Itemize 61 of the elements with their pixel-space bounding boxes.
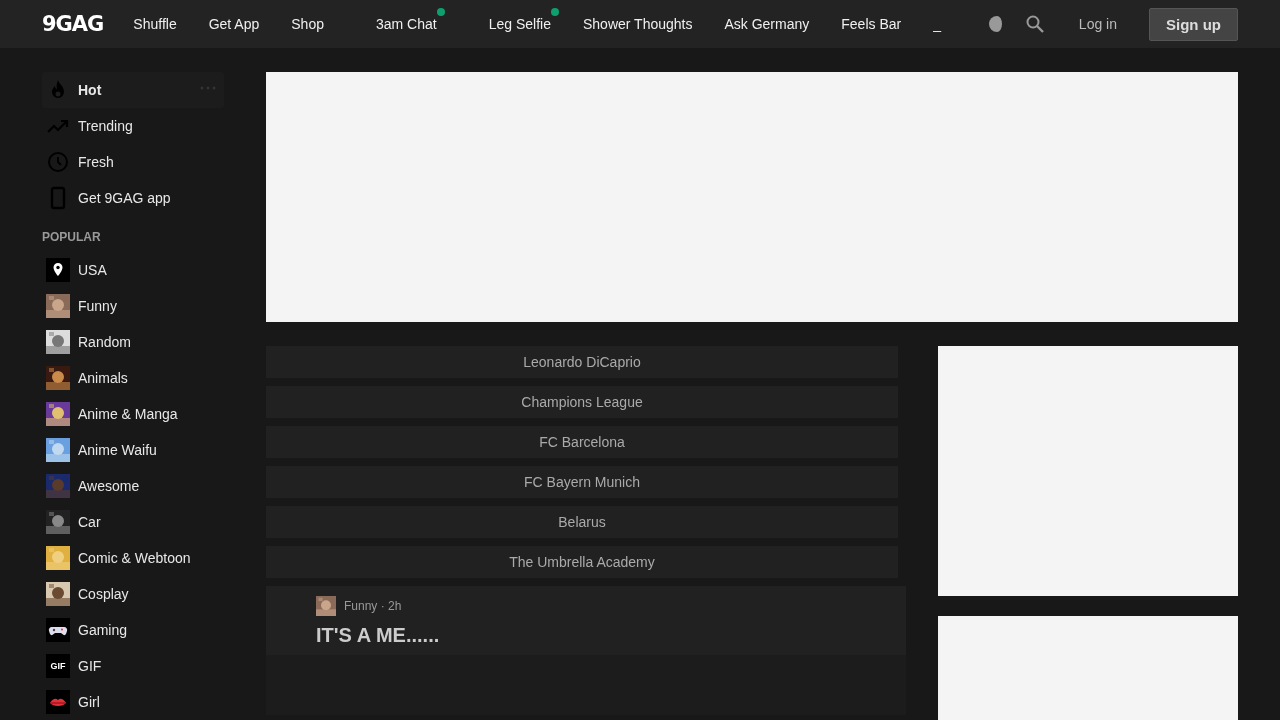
sidebar-label: Funny <box>78 298 117 314</box>
post-title[interactable]: IT'S A ME...... <box>316 624 856 647</box>
sidebar-label: Awesome <box>78 478 140 494</box>
nav-link[interactable]: Feels Bar <box>837 16 906 32</box>
sidebar-item[interactable]: Gaming <box>42 612 224 648</box>
sidebar-item[interactable]: Funny <box>42 288 224 324</box>
sidebar-label: Gaming <box>78 622 128 638</box>
sidebar-label: Comic & Webtoon <box>78 550 191 566</box>
search-icon[interactable] <box>1024 14 1045 34</box>
clock-icon <box>46 150 70 174</box>
login-link[interactable]: Log in <box>1072 15 1123 33</box>
nav-link[interactable]: _ <box>929 16 945 32</box>
sidebar-label: Cosplay <box>78 586 129 602</box>
tag-link[interactable]: The Umbrella Academy <box>266 546 898 578</box>
sidebar-item[interactable]: Comic & Webtoon <box>42 540 224 576</box>
nav-link[interactable]: Shuffle <box>129 16 181 32</box>
sidebar-item[interactable]: Girl <box>42 684 224 720</box>
sidebar-item[interactable]: Car <box>42 504 224 540</box>
signup-button[interactable]: Sign up <box>1149 7 1238 41</box>
sidebar-label: Random <box>78 334 131 350</box>
logo[interactable]: 9GAG <box>42 12 104 36</box>
sidebar-label: Girl <box>78 694 100 710</box>
sidebar-item[interactable]: Trending <box>42 108 224 144</box>
section-title: POPULAR <box>42 230 102 244</box>
sidebar-label: Car <box>78 514 101 530</box>
tag-link[interactable]: Champions League <box>266 386 898 418</box>
post-meta[interactable]: Funny · 2h <box>344 599 402 613</box>
gif-badge: GIF <box>46 654 70 678</box>
nav-link[interactable]: Get App <box>204 16 264 32</box>
nav-link[interactable]: Shop <box>287 16 328 32</box>
nav-link[interactable]: Shower Thoughts <box>578 16 697 32</box>
tag-link[interactable]: Leonardo DiCaprio <box>266 346 898 378</box>
nav-link[interactable]: 3am Chat <box>372 16 441 32</box>
sidebar-label: Get 9GAG app <box>78 190 171 206</box>
pin-icon <box>46 258 70 282</box>
sidebar-label: GIF <box>78 658 102 674</box>
sidebar-item[interactable]: Cosplay <box>42 576 224 612</box>
sidebar-item[interactable]: Get 9GAG app <box>42 180 224 216</box>
sidebar-label: Fresh <box>78 154 114 170</box>
tag-link[interactable]: Belarus <box>266 506 898 538</box>
sidebar-item[interactable]: USA <box>42 252 224 288</box>
gamepad-icon <box>46 618 70 642</box>
sidebar-label: Anime Waifu <box>78 442 157 458</box>
sidebar-item[interactable]: Anime Waifu <box>42 432 224 468</box>
sidebar-label: Hot <box>78 82 102 98</box>
tag-link[interactable]: FC Barcelona <box>266 426 898 458</box>
sidebar-item[interactable]: GIF GIF <box>42 648 224 684</box>
sidebar-item[interactable]: Anime & Manga <box>42 396 224 432</box>
sidebar-label: USA <box>78 262 107 278</box>
sidebar-item[interactable]: Fresh <box>42 144 224 180</box>
sidebar-label: Trending <box>78 118 133 134</box>
sidebar-item[interactable]: Awesome <box>42 468 224 504</box>
sidebar-label: Animals <box>78 370 128 386</box>
nav-link[interactable]: Ask Germany <box>720 16 814 32</box>
sidebar-label: Anime & Manga <box>78 406 178 422</box>
sidebar-item[interactable]: Random <box>42 324 224 360</box>
sidebar-item[interactable]: Animals <box>42 360 224 396</box>
lips-icon <box>46 690 70 714</box>
nav-link[interactable]: Leg Selfie <box>484 16 555 32</box>
sidebar-item[interactable]: Hot <box>42 72 224 108</box>
tag-link[interactable]: FC Bayern Munich <box>266 466 898 498</box>
